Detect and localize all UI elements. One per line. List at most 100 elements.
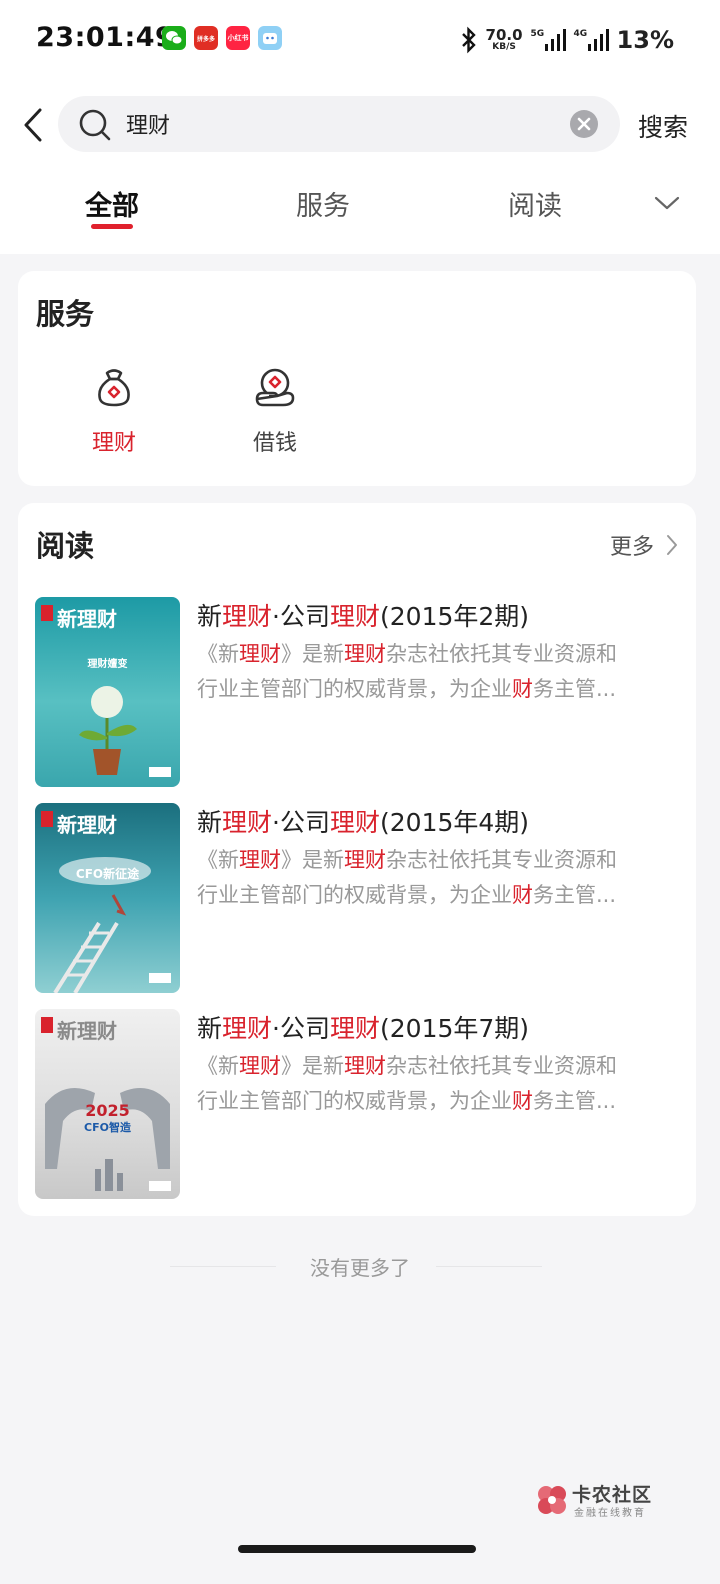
end-of-list-text: 没有更多了: [310, 1256, 410, 1280]
book-desc-line: 行业主管部门的权威背景，为企业财务主管...: [197, 672, 679, 707]
book-title-part: 新: [197, 808, 223, 837]
active-tab-indicator: [91, 224, 133, 229]
desc-part: 《新: [197, 642, 239, 666]
book-description: 《新理财》是新理财杂志社依托其专业资源和 行业主管部门的权威背景，为企业财务主管…: [197, 637, 679, 707]
desc-part: 》是新: [281, 1054, 344, 1078]
book-description: 《新理财》是新理财杂志社依托其专业资源和 行业主管部门的权威背景，为企业财务主管…: [197, 843, 679, 913]
book-item[interactable]: 新理财 CFO新征途 新理财·公司理财(2015年4期) 《新理财》是新理财杂志…: [35, 803, 679, 993]
book-desc-line: 《新理财》是新理财杂志社依托其专业资源和: [197, 843, 679, 878]
book-desc-line: 行业主管部门的权威背景，为企业财务主管...: [197, 878, 679, 913]
close-icon: [577, 117, 591, 131]
desc-part: 行业主管部门的权威背景，为企业: [197, 1089, 512, 1113]
back-button[interactable]: [18, 106, 50, 144]
desc-part: 行业主管部门的权威背景，为企业: [197, 883, 512, 907]
desc-part: 务主管...: [533, 677, 617, 701]
tab-reading[interactable]: 阅读: [508, 184, 562, 223]
tab-services[interactable]: 服务: [296, 184, 350, 223]
search-input[interactable]: [126, 108, 556, 140]
money-bag-icon: [98, 369, 130, 407]
book-title-part: 新: [197, 1014, 223, 1043]
desc-highlight: 理财: [344, 642, 386, 666]
desc-part: 务主管...: [533, 883, 617, 907]
book-title-highlight: 理财: [222, 808, 273, 837]
tab-all[interactable]: 全部: [85, 184, 139, 223]
book-desc-line: 行业主管部门的权威背景，为企业财务主管...: [197, 1084, 679, 1119]
desc-part: 》是新: [281, 642, 344, 666]
cover-tag: 2025: [85, 1101, 130, 1120]
watermark-logo: 卡农社区 金融在线教育: [534, 1480, 664, 1520]
ladder-cloud-illustration: [53, 857, 171, 993]
book-title-part: (2015年7期): [380, 1014, 530, 1043]
desc-part: 《新: [197, 1054, 239, 1078]
services-card: 服务 理财 借钱: [18, 271, 696, 486]
chevron-right-icon: [667, 535, 677, 555]
signal-4g-label: 4G: [573, 29, 588, 39]
book-title-part: (2015年4期): [380, 808, 530, 837]
service-licai-label: 理财: [91, 431, 136, 456]
app-icon: [258, 26, 282, 50]
chevron-down-icon[interactable]: [653, 194, 681, 212]
service-jieqian[interactable]: 借钱: [220, 365, 330, 457]
book-cover-image[interactable]: 新理财 CFO新征途: [35, 803, 180, 993]
service-jieqian-label: 借钱: [252, 431, 297, 456]
clear-search-button[interactable]: [570, 110, 598, 138]
signal-5g-icon: 5G: [531, 29, 566, 51]
desc-part: 杂志社依托其专业资源和: [386, 1054, 617, 1078]
book-title: 新理财·公司理财(2015年2期): [197, 597, 529, 633]
desc-highlight: 理财: [239, 642, 281, 666]
book-title-part: ·公司: [272, 1014, 330, 1043]
book-title-part: ·公司: [272, 808, 330, 837]
book-title-highlight: 理财: [329, 602, 380, 631]
desc-highlight: 财: [512, 677, 533, 701]
book-desc-line: 《新理财》是新理财杂志社依托其专业资源和: [197, 1049, 679, 1084]
status-time: 23:01:49: [36, 22, 175, 53]
watermark-subtitle: 金融在线教育: [574, 1508, 646, 1519]
signal-5g-label: 5G: [530, 29, 545, 39]
book-item[interactable]: 新理财 2025 CFO智造 新理财·公司理财(2015年7期) 《新理财》是新…: [35, 1009, 679, 1199]
desc-highlight: 财: [512, 883, 533, 907]
search-button[interactable]: 搜索: [638, 108, 688, 144]
service-licai[interactable]: 理财: [59, 365, 169, 457]
desc-part: 行业主管部门的权威背景，为企业: [197, 677, 512, 701]
book-title: 新理财·公司理财(2015年4期): [197, 803, 529, 839]
hand-coin-icon: [255, 368, 295, 407]
book-title-part: 新: [197, 602, 223, 631]
battery-level: 13%: [616, 26, 674, 54]
home-indicator[interactable]: [238, 1545, 476, 1553]
network-speed: 70.0 KB/S: [486, 28, 523, 52]
chevron-left-icon: [24, 108, 42, 142]
book-title-part: ·公司: [272, 602, 330, 631]
cover-tag-secondary: CFO智造: [84, 1121, 131, 1134]
desc-part: 杂志社依托其专业资源和: [386, 642, 617, 666]
desc-highlight: 理财: [239, 1054, 281, 1078]
book-cover-image[interactable]: 新理财 2025 CFO智造: [35, 1009, 180, 1199]
book-title: 新理财·公司理财(2015年7期): [197, 1009, 529, 1045]
desc-part: 《新: [197, 848, 239, 872]
desc-highlight: 理财: [344, 848, 386, 872]
lightbulb-plant-illustration: [79, 686, 171, 777]
book-cover-image[interactable]: 新理财 理财嬗变: [35, 597, 180, 787]
services-title: 服务: [36, 297, 95, 331]
more-label: 更多: [609, 535, 654, 560]
watermark-name: 卡农社区: [572, 1484, 653, 1506]
reading-more-link[interactable]: 更多: [610, 529, 678, 561]
desc-highlight: 理财: [239, 848, 281, 872]
book-item[interactable]: 新理财 理财嬗变 新理财·公司理财(2015年2期) 《新理财》是新理财杂志社依…: [35, 597, 679, 787]
watermark-icon: [538, 1486, 566, 1514]
book-description: 《新理财》是新理财杂志社依托其专业资源和 行业主管部门的权威背景，为企业财务主管…: [197, 1049, 679, 1119]
network-speed-unit: KB/S: [492, 42, 516, 52]
pinduoduo-icon: 拼多多: [194, 26, 218, 50]
book-title-highlight: 理财: [329, 808, 380, 837]
bluetooth-icon: [461, 26, 476, 54]
status-bar: 23:01:49 拼多多 小红书 70.0 KB/S 5G 4G 13%: [0, 0, 720, 80]
signal-4g-icon: 4G: [574, 29, 609, 51]
pinduoduo-icon-text: 拼多多: [196, 35, 215, 43]
desc-part: 务主管...: [533, 1089, 617, 1113]
desc-part: 》是新: [281, 848, 344, 872]
book-title-highlight: 理财: [222, 1014, 273, 1043]
desc-highlight: 理财: [344, 1054, 386, 1078]
xiaohongshu-icon: 小红书: [226, 26, 250, 50]
book-title-highlight: 理财: [222, 602, 273, 631]
book-title-part: (2015年2期): [380, 602, 530, 631]
search-icon: [79, 109, 111, 141]
